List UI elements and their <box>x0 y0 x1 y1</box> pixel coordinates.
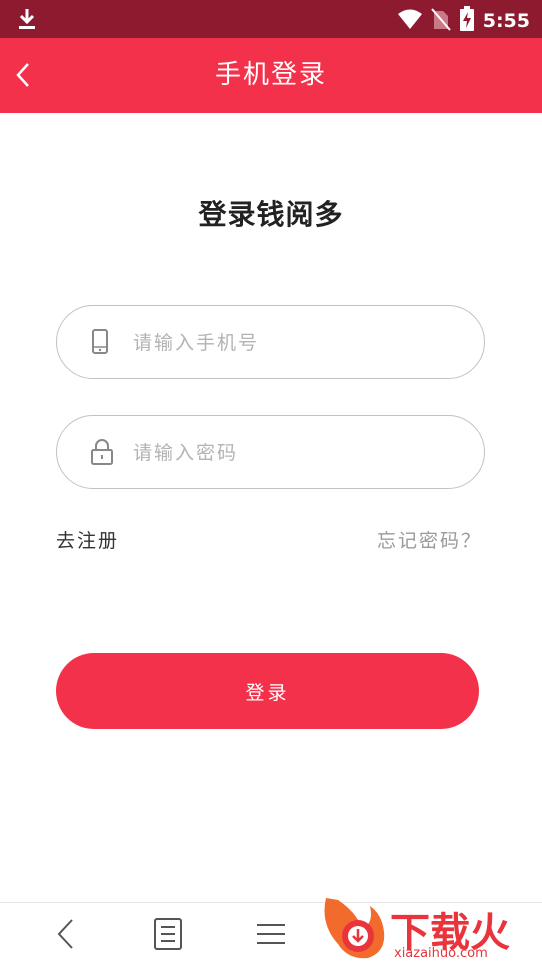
app-bar: 手机登录 <box>0 38 542 113</box>
status-time: 5:55 <box>482 10 530 32</box>
password-input[interactable] <box>131 416 465 489</box>
login-heading: 登录钱阅多 <box>198 198 344 231</box>
phone-icon <box>89 328 111 360</box>
page-title: 手机登录 <box>214 60 327 90</box>
watermark-flame-icon <box>324 898 385 959</box>
lock-icon <box>89 438 115 470</box>
status-bar: 5:55 <box>0 0 542 38</box>
download-icon <box>14 7 40 35</box>
wifi-icon <box>397 8 423 34</box>
nav-menu-icon[interactable] <box>254 917 288 955</box>
watermark-domain: xiazaihuo.com <box>394 946 488 961</box>
watermark: 下载火 xiazaihuo.com <box>318 894 542 965</box>
login-button[interactable]: 登录 <box>56 653 479 729</box>
nav-list-icon[interactable] <box>152 917 184 955</box>
forgot-password-link[interactable]: 忘记密码？ <box>377 526 482 553</box>
phone-field-container[interactable] <box>56 305 485 379</box>
battery-charging-icon <box>459 6 475 36</box>
phone-input[interactable] <box>131 306 465 379</box>
password-field-container[interactable] <box>56 415 485 489</box>
no-sim-icon <box>430 7 451 35</box>
register-link[interactable]: 去注册 <box>56 526 119 553</box>
nav-back-icon[interactable] <box>52 917 80 955</box>
